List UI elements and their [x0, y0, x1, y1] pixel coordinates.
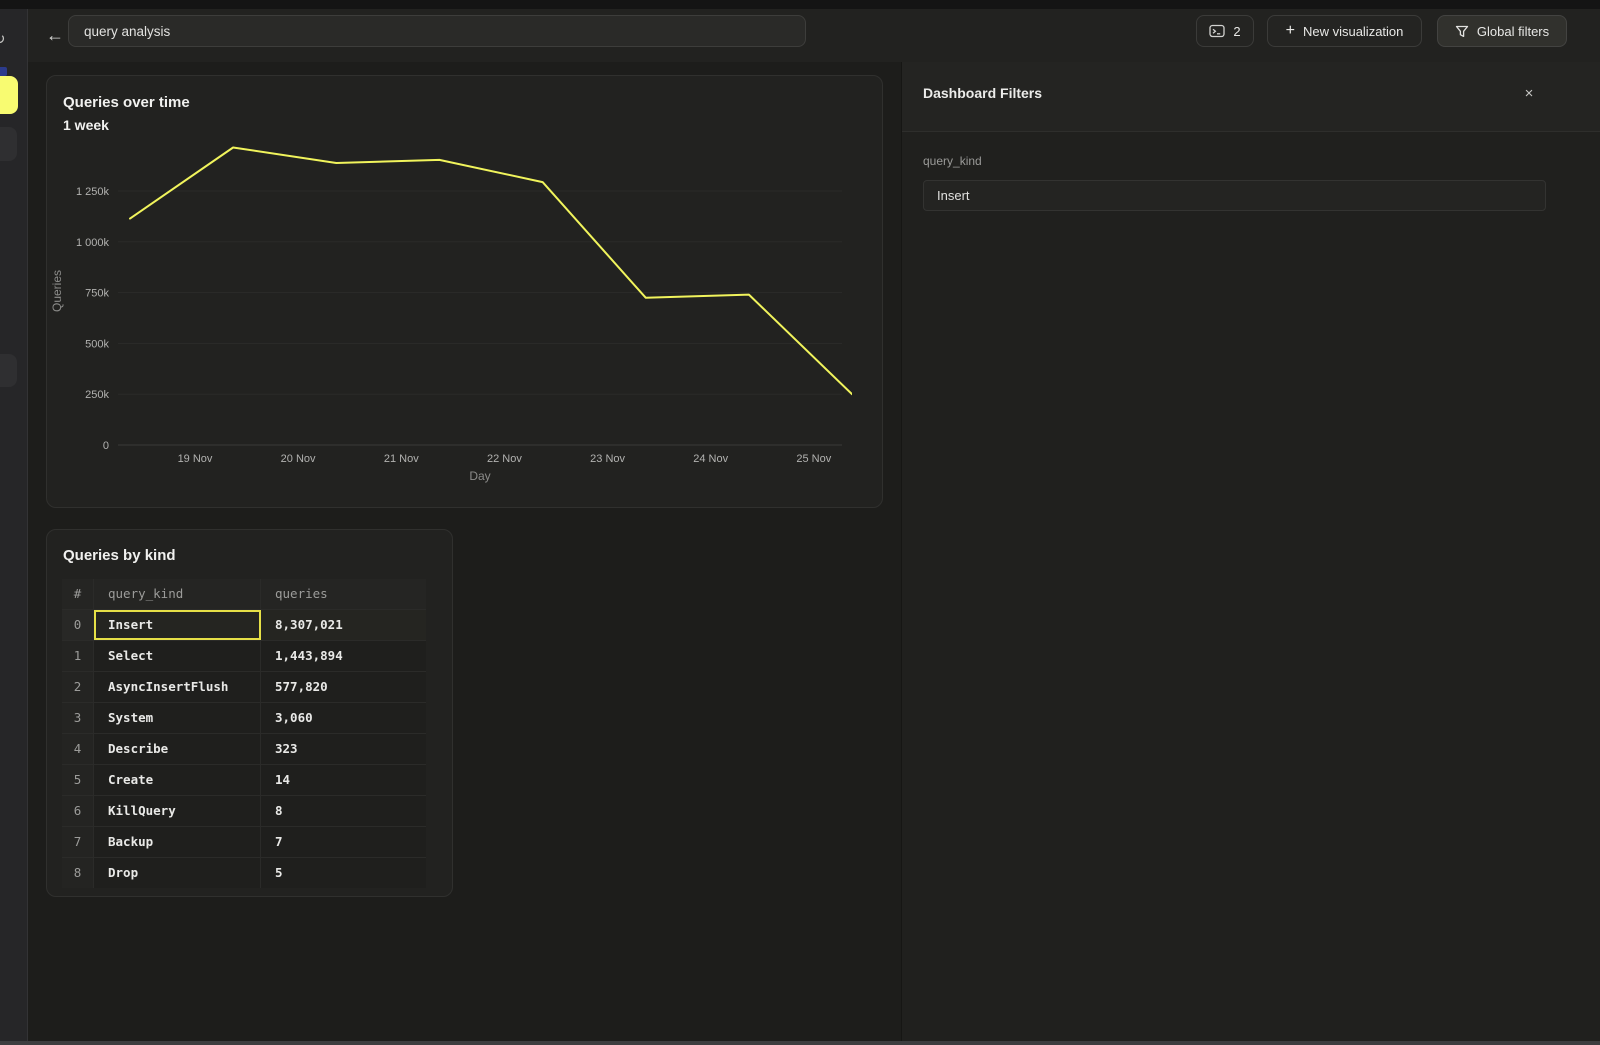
table-row: 8Drop5: [62, 858, 426, 888]
query-kind-cell[interactable]: Drop: [94, 858, 261, 888]
column-header-query_kind[interactable]: query_kind: [94, 579, 261, 609]
queries-count-cell[interactable]: 14: [261, 765, 426, 795]
svg-text:19 Nov: 19 Nov: [178, 453, 213, 465]
svg-text:21 Nov: 21 Nov: [384, 453, 419, 465]
close-icon[interactable]: ×: [1518, 83, 1540, 105]
queries-count-cell[interactable]: 8,307,021: [261, 610, 426, 640]
svg-text:Queries: Queries: [50, 270, 64, 312]
table-row: 2AsyncInsertFlush577,820: [62, 672, 426, 703]
svg-text:22 Nov: 22 Nov: [487, 453, 522, 465]
svg-text:24 Nov: 24 Nov: [693, 453, 728, 465]
svg-text:500k: 500k: [85, 338, 109, 350]
global-filters-button[interactable]: Global filters: [1437, 15, 1567, 47]
new-visualization-label: New visualization: [1303, 24, 1403, 39]
queries-count-cell[interactable]: 577,820: [261, 672, 426, 702]
svg-text:0: 0: [103, 440, 109, 452]
row-index-cell: 2: [62, 672, 94, 702]
focus-ring-fragment: [0, 67, 7, 76]
query-tabs-count-button[interactable]: 2: [1196, 15, 1254, 47]
filters-panel-header: Dashboard Filters ×: [902, 62, 1600, 132]
terminal-icon: [1209, 24, 1225, 38]
sidebar-item[interactable]: [0, 127, 17, 161]
query-kind-cell[interactable]: Create: [94, 765, 261, 795]
queries-count-cell[interactable]: 7: [261, 827, 426, 857]
query-kind-cell[interactable]: Insert: [94, 610, 261, 640]
queries-count-cell[interactable]: 5: [261, 858, 426, 888]
table-row: 5Create14: [62, 765, 426, 796]
svg-text:1 000k: 1 000k: [76, 237, 110, 249]
query-kind-cell[interactable]: Describe: [94, 734, 261, 764]
queries-count-cell[interactable]: 1,443,894: [261, 641, 426, 671]
queries-by-kind-table: #query_kindqueries0Insert8,307,0211Selec…: [62, 579, 426, 888]
queries-over-time-card: Queries over time 1 week 0 250k 500k 750k 1 …: [46, 75, 883, 508]
svg-text:25 Nov: 25 Nov: [796, 453, 831, 465]
filter-value-input[interactable]: [923, 180, 1546, 211]
row-index-cell: 3: [62, 703, 94, 733]
back-button[interactable]: ←: [40, 19, 70, 51]
svg-text:20 Nov: 20 Nov: [281, 453, 316, 465]
query-kind-cell[interactable]: Backup: [94, 827, 261, 857]
global-filters-label: Global filters: [1477, 24, 1549, 39]
svg-text:23 Nov: 23 Nov: [590, 453, 625, 465]
query-kind-cell[interactable]: AsyncInsertFlush: [94, 672, 261, 702]
dashboard-canvas: Queries over time 1 week 0 250k 500k 750k 1 …: [29, 62, 901, 1045]
table-title: Queries by kind: [63, 547, 176, 564]
funnel-icon: [1455, 25, 1469, 38]
history-refresh-icon[interactable]: ↻: [0, 31, 15, 49]
table-row: 4Describe323: [62, 734, 426, 765]
svg-text:750k: 750k: [85, 288, 109, 300]
row-index-cell: 5: [62, 765, 94, 795]
row-index-cell: 7: [62, 827, 94, 857]
query-kind-cell[interactable]: KillQuery: [94, 796, 261, 826]
column-header-queries[interactable]: queries: [261, 579, 426, 609]
row-index-cell: 1: [62, 641, 94, 671]
queries-by-kind-card: Queries by kind #query_kindqueries0Inser…: [46, 529, 453, 897]
dashboard-window: ↻ ← 2 + New visualization: [0, 0, 1600, 1045]
svg-text:1 250k: 1 250k: [76, 186, 110, 198]
sidebar-item-active-dashboard[interactable]: [0, 76, 18, 114]
query-kind-cell[interactable]: System: [94, 703, 261, 733]
table-row: 0Insert8,307,021: [62, 610, 426, 641]
row-index-cell: 4: [62, 734, 94, 764]
new-visualization-button[interactable]: + New visualization: [1267, 15, 1422, 47]
table-row: 1Select1,443,894: [62, 641, 426, 672]
tab-count-label: 2: [1233, 24, 1240, 39]
row-index-cell: 0: [62, 610, 94, 640]
window-top-strip: [0, 0, 1600, 9]
svg-text:Day: Day: [469, 469, 490, 483]
plus-icon: +: [1286, 22, 1295, 40]
dashboard-filters-panel: Dashboard Filters × query_kind: [901, 62, 1600, 1045]
queries-line-chart[interactable]: 0 250k 500k 750k 1 000k 1 250k 19 Nov 20 Nov 21 …: [47, 136, 852, 491]
left-sidebar-rail: ↻: [0, 9, 28, 1041]
top-toolbar: ← 2 + New visualization Global filters: [28, 9, 1600, 62]
query-kind-cell[interactable]: Select: [94, 641, 261, 671]
chart-title: Queries over time: [63, 94, 190, 111]
table-row: 6KillQuery8: [62, 796, 426, 827]
filter-field-label: query_kind: [923, 154, 982, 168]
queries-count-cell[interactable]: 8: [261, 796, 426, 826]
chart-subtitle: 1 week: [63, 117, 109, 133]
table-row: 7Backup7: [62, 827, 426, 858]
sidebar-item[interactable]: [0, 354, 17, 387]
column-header-index[interactable]: #: [62, 579, 94, 609]
queries-count-cell[interactable]: 3,060: [261, 703, 426, 733]
queries-count-cell[interactable]: 323: [261, 734, 426, 764]
window-bottom-strip: [0, 1041, 1600, 1045]
table-row: 3System3,060: [62, 703, 426, 734]
row-index-cell: 8: [62, 858, 94, 888]
svg-text:250k: 250k: [85, 389, 109, 401]
table-header-row: #query_kindqueries: [62, 579, 426, 610]
filters-panel-title: Dashboard Filters: [923, 85, 1042, 101]
dashboard-title-input[interactable]: [68, 15, 806, 47]
row-index-cell: 6: [62, 796, 94, 826]
